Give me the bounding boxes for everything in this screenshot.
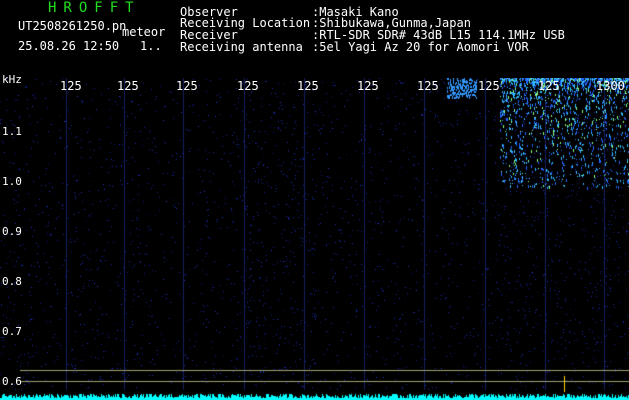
detection-tag: meteor: [122, 25, 166, 39]
x-tick-label: 125: [117, 79, 139, 93]
x-tick-label: 125: [176, 79, 198, 93]
y-tick-label: 0.6: [2, 375, 22, 388]
datetime-label: 25.08.26 12:50: [18, 39, 120, 53]
filename-label: UT2508261250.pn: [18, 19, 127, 33]
hrofft-logo: HROFFT: [48, 0, 141, 16]
y-tick-label: 1.0: [2, 175, 22, 188]
x-tick-label: 125: [237, 79, 259, 93]
x-tick-label: 125: [538, 79, 560, 93]
page-marker: 1..: [140, 39, 162, 53]
x-tick-label: 125: [478, 79, 500, 93]
x-tick-label: 1300: [596, 79, 625, 93]
antenna-label: Receiving antenna: [180, 40, 303, 54]
header-panel: HROFFT UT2508261250.pn meteor 25.08.26 1…: [0, 0, 629, 78]
y-axis-unit: kHz: [2, 73, 22, 86]
x-tick-label: 125: [60, 79, 82, 93]
y-tick-label: 0.9: [2, 225, 22, 238]
x-tick-label: 125: [357, 79, 379, 93]
y-tick-label: 0.7: [2, 325, 22, 338]
x-tick-label: 125: [417, 79, 439, 93]
x-tick-label: 125: [297, 79, 319, 93]
waterfall-spectrogram: [0, 78, 629, 400]
antenna-value: :5el Yagi Az 20 for Aomori VOR: [312, 40, 529, 54]
y-tick-label: 0.8: [2, 275, 22, 288]
y-tick-label: 1.1: [2, 125, 22, 138]
